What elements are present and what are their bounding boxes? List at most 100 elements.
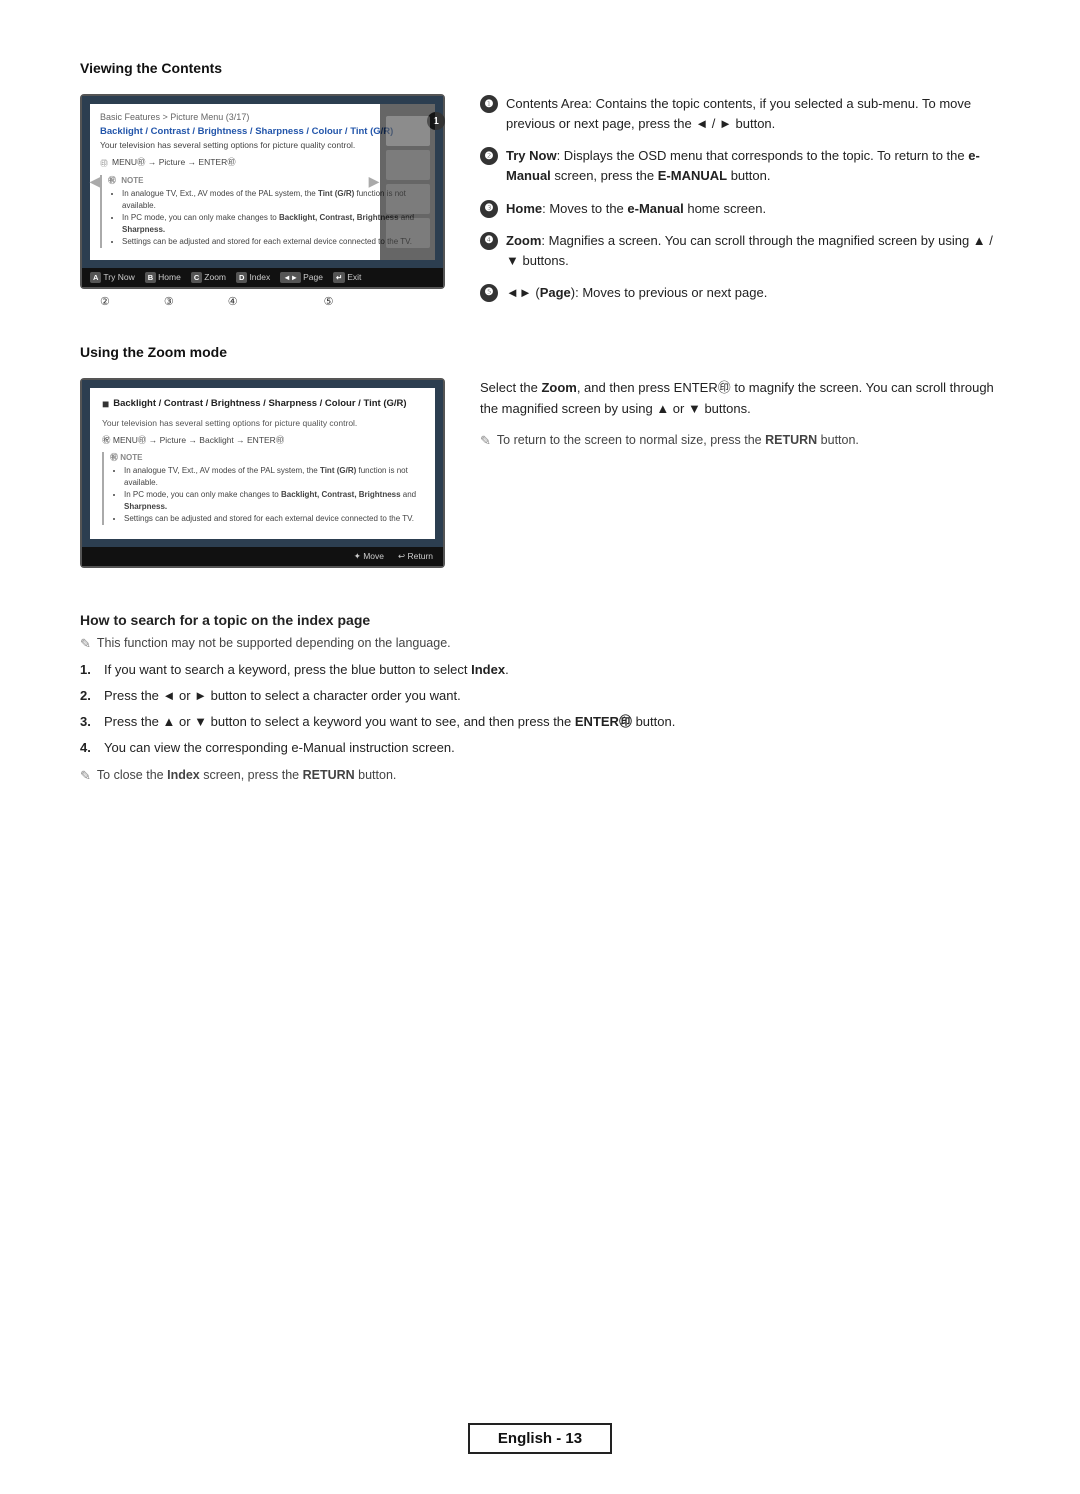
index-title: How to search for a topic on the index p… — [80, 612, 1000, 628]
label-index: Index — [249, 272, 270, 282]
zoom-heading-row: ■ Backlight / Contrast / Brightness / Sh… — [102, 398, 423, 414]
zoom-desc: Your television has several setting opti… — [102, 418, 423, 430]
zoom-tv-screen: ■ Backlight / Contrast / Brightness / Sh… — [80, 378, 445, 568]
key-b: B — [145, 272, 156, 283]
toolbar-try-now: A Try Now — [90, 272, 135, 283]
sidebar-thumb-3 — [386, 184, 430, 214]
key-a: A — [90, 272, 101, 283]
list-item-2: ❷ Try Now: Displays the OSD menu that co… — [480, 146, 1000, 186]
section1-two-col: Basic Features > Picture Menu (3/17) Bac… — [80, 94, 1000, 308]
content-list: ❶ Contents Area: Contains the topic cont… — [480, 94, 1000, 303]
step-2-num: 2. — [80, 686, 96, 706]
zoom-note-label-text: NOTE — [120, 453, 142, 462]
zoom-desc-text: Select the Zoom, and then press ENTER㊞ t… — [480, 378, 1000, 420]
step-1-text: If you want to search a keyword, press t… — [104, 660, 509, 680]
label-zoom: Zoom — [204, 272, 226, 282]
sidebar-thumb-1 — [386, 116, 430, 146]
tv-breadcrumb: Basic Features > Picture Menu (3/17) — [100, 112, 425, 122]
index-note-intro: ✎ This function may not be supported dep… — [80, 636, 1000, 652]
num-label-4: ④ — [228, 295, 238, 308]
step-4: 4. You can view the corresponding e-Manu… — [80, 738, 1000, 758]
zoom-return-text: To return to the screen to normal size, … — [497, 433, 859, 447]
section-viewing-contents: Viewing the Contents Basic Features > Pi… — [80, 60, 1000, 308]
note-label-text: NOTE — [121, 176, 143, 185]
num-label-2: ② — [100, 295, 110, 308]
key-c: C — [191, 272, 202, 283]
step-3: 3. Press the ▲ or ▼ button to select a k… — [80, 712, 1000, 732]
note-icon-3: ✎ — [80, 768, 91, 784]
zoom-toolbar: ✦ Move ↩ Return — [82, 547, 443, 566]
label-page: Page — [303, 272, 323, 282]
badge-num-4: ❹ — [480, 232, 498, 250]
tv-note-list: In analogue TV, Ext., AV modes of the PA… — [108, 188, 425, 248]
tv-toolbar-viewing: A Try Now B Home C Zoom D — [82, 268, 443, 287]
tv-desc: Your television has several setting opti… — [100, 140, 425, 152]
step-1: 1. If you want to search a keyword, pres… — [80, 660, 1000, 680]
zoom-menu-path: ㊗ MENU㊞ → Picture → Backlight → ENTER㊞ — [102, 434, 423, 446]
section1-right: ❶ Contents Area: Contains the topic cont… — [480, 94, 1000, 303]
arrow-right: ► — [365, 171, 383, 192]
label-exit: Exit — [347, 272, 361, 282]
step-3-num: 3. — [80, 712, 96, 732]
toolbar-exit: ↵ Exit — [333, 272, 361, 283]
zoom-heading: Backlight / Contrast / Brightness / Shar… — [113, 398, 406, 409]
arrow-left: ◄ — [82, 167, 108, 196]
list-item-4: ❹ Zoom: Magnifies a screen. You can scro… — [480, 231, 1000, 271]
key-exit: ↵ — [333, 272, 345, 283]
section-zoom-mode: Using the Zoom mode ■ Backlight / Contra… — [80, 344, 1000, 568]
closing-note: ✎ To close the Index screen, press the R… — [80, 768, 1000, 784]
step-2: 2. Press the ◄ or ► button to select a c… — [80, 686, 1000, 706]
list-text-3: Home: Moves to the e-Manual home screen. — [506, 199, 1000, 219]
bullet-icon: ■ — [102, 397, 109, 411]
step-4-num: 4. — [80, 738, 96, 758]
num-label-5: ⑤ — [324, 295, 334, 308]
badge-num-5: ❺ — [480, 284, 498, 302]
list-item-5: ❺ ◄► (Page): Moves to previous or next p… — [480, 283, 1000, 303]
note-icon-1: ✎ — [480, 433, 491, 449]
note-icon-sym: ㊗ — [108, 176, 116, 185]
step-2-text: Press the ◄ or ► button to select a char… — [104, 686, 461, 706]
step-4-text: You can view the corresponding e-Manual … — [104, 738, 455, 758]
tv-sidebar — [380, 104, 435, 260]
zoom-toolbar-return: ↩ Return — [398, 551, 433, 562]
page-content: Viewing the Contents Basic Features > Pi… — [80, 60, 1000, 792]
footer-badge: English - 13 — [468, 1423, 612, 1454]
num-label-3: ③ — [164, 295, 174, 308]
zoom-note-2: In PC mode, you can only make changes to… — [124, 489, 423, 513]
section2-right: Select the Zoom, and then press ENTER㊞ t… — [480, 378, 1000, 458]
tv-menu-path: MENU㊞ → Picture → ENTER㊞ — [112, 156, 236, 168]
zoom-note-list: In analogue TV, Ext., AV modes of the PA… — [110, 465, 423, 525]
footer: English - 13 — [0, 1423, 1080, 1454]
list-text-2: Try Now: Displays the OSD menu that corr… — [506, 146, 1000, 186]
toolbar-zoom: C Zoom — [191, 272, 226, 283]
step-3-text: Press the ▲ or ▼ button to select a keyw… — [104, 712, 675, 732]
zoom-tv-inner: ■ Backlight / Contrast / Brightness / Sh… — [82, 380, 443, 547]
number-labels: ② ③ ④ ⑤ — [80, 295, 450, 308]
tv-heading: Backlight / Contrast / Brightness / Shar… — [100, 126, 425, 137]
key-page: ◄► — [280, 272, 301, 283]
step-1-num: 1. — [80, 660, 96, 680]
zoom-note: ㊗ NOTE In analogue TV, Ext., AV modes of… — [102, 452, 423, 525]
index-note-text: This function may not be supported depen… — [97, 636, 451, 650]
section1-left: Basic Features > Picture Menu (3/17) Bac… — [80, 94, 450, 308]
note-icon-2: ✎ — [80, 636, 91, 652]
zoom-note-3: Settings can be adjusted and stored for … — [124, 513, 423, 525]
list-text-4: Zoom: Magnifies a screen. You can scroll… — [506, 231, 1000, 271]
list-item-3: ❸ Home: Moves to the e-Manual home scree… — [480, 199, 1000, 219]
list-text-1: Contents Area: Contains the topic conten… — [506, 94, 1000, 134]
label-try-now: Try Now — [103, 272, 134, 282]
zoom-note-label: ㊗ NOTE — [110, 452, 423, 463]
zoom-toolbar-move: ✦ Move — [354, 551, 384, 562]
zoom-menu-path-text: MENU㊞ → Picture → Backlight → ENTER㊞ — [113, 435, 284, 445]
badge-num-1: ❶ — [480, 95, 498, 113]
toolbar-page: ◄► Page — [280, 272, 323, 283]
label-home: Home — [158, 272, 181, 282]
section1-title: Viewing the Contents — [80, 60, 1000, 76]
index-steps: 1. If you want to search a keyword, pres… — [80, 660, 1000, 759]
section-index: How to search for a topic on the index p… — [80, 612, 1000, 793]
tv-inner: Basic Features > Picture Menu (3/17) Bac… — [82, 96, 443, 268]
toolbar-home: B Home — [145, 272, 181, 283]
section2-left: ■ Backlight / Contrast / Brightness / Sh… — [80, 378, 450, 568]
badge-num-3: ❸ — [480, 200, 498, 218]
list-item-1: ❶ Contents Area: Contains the topic cont… — [480, 94, 1000, 134]
